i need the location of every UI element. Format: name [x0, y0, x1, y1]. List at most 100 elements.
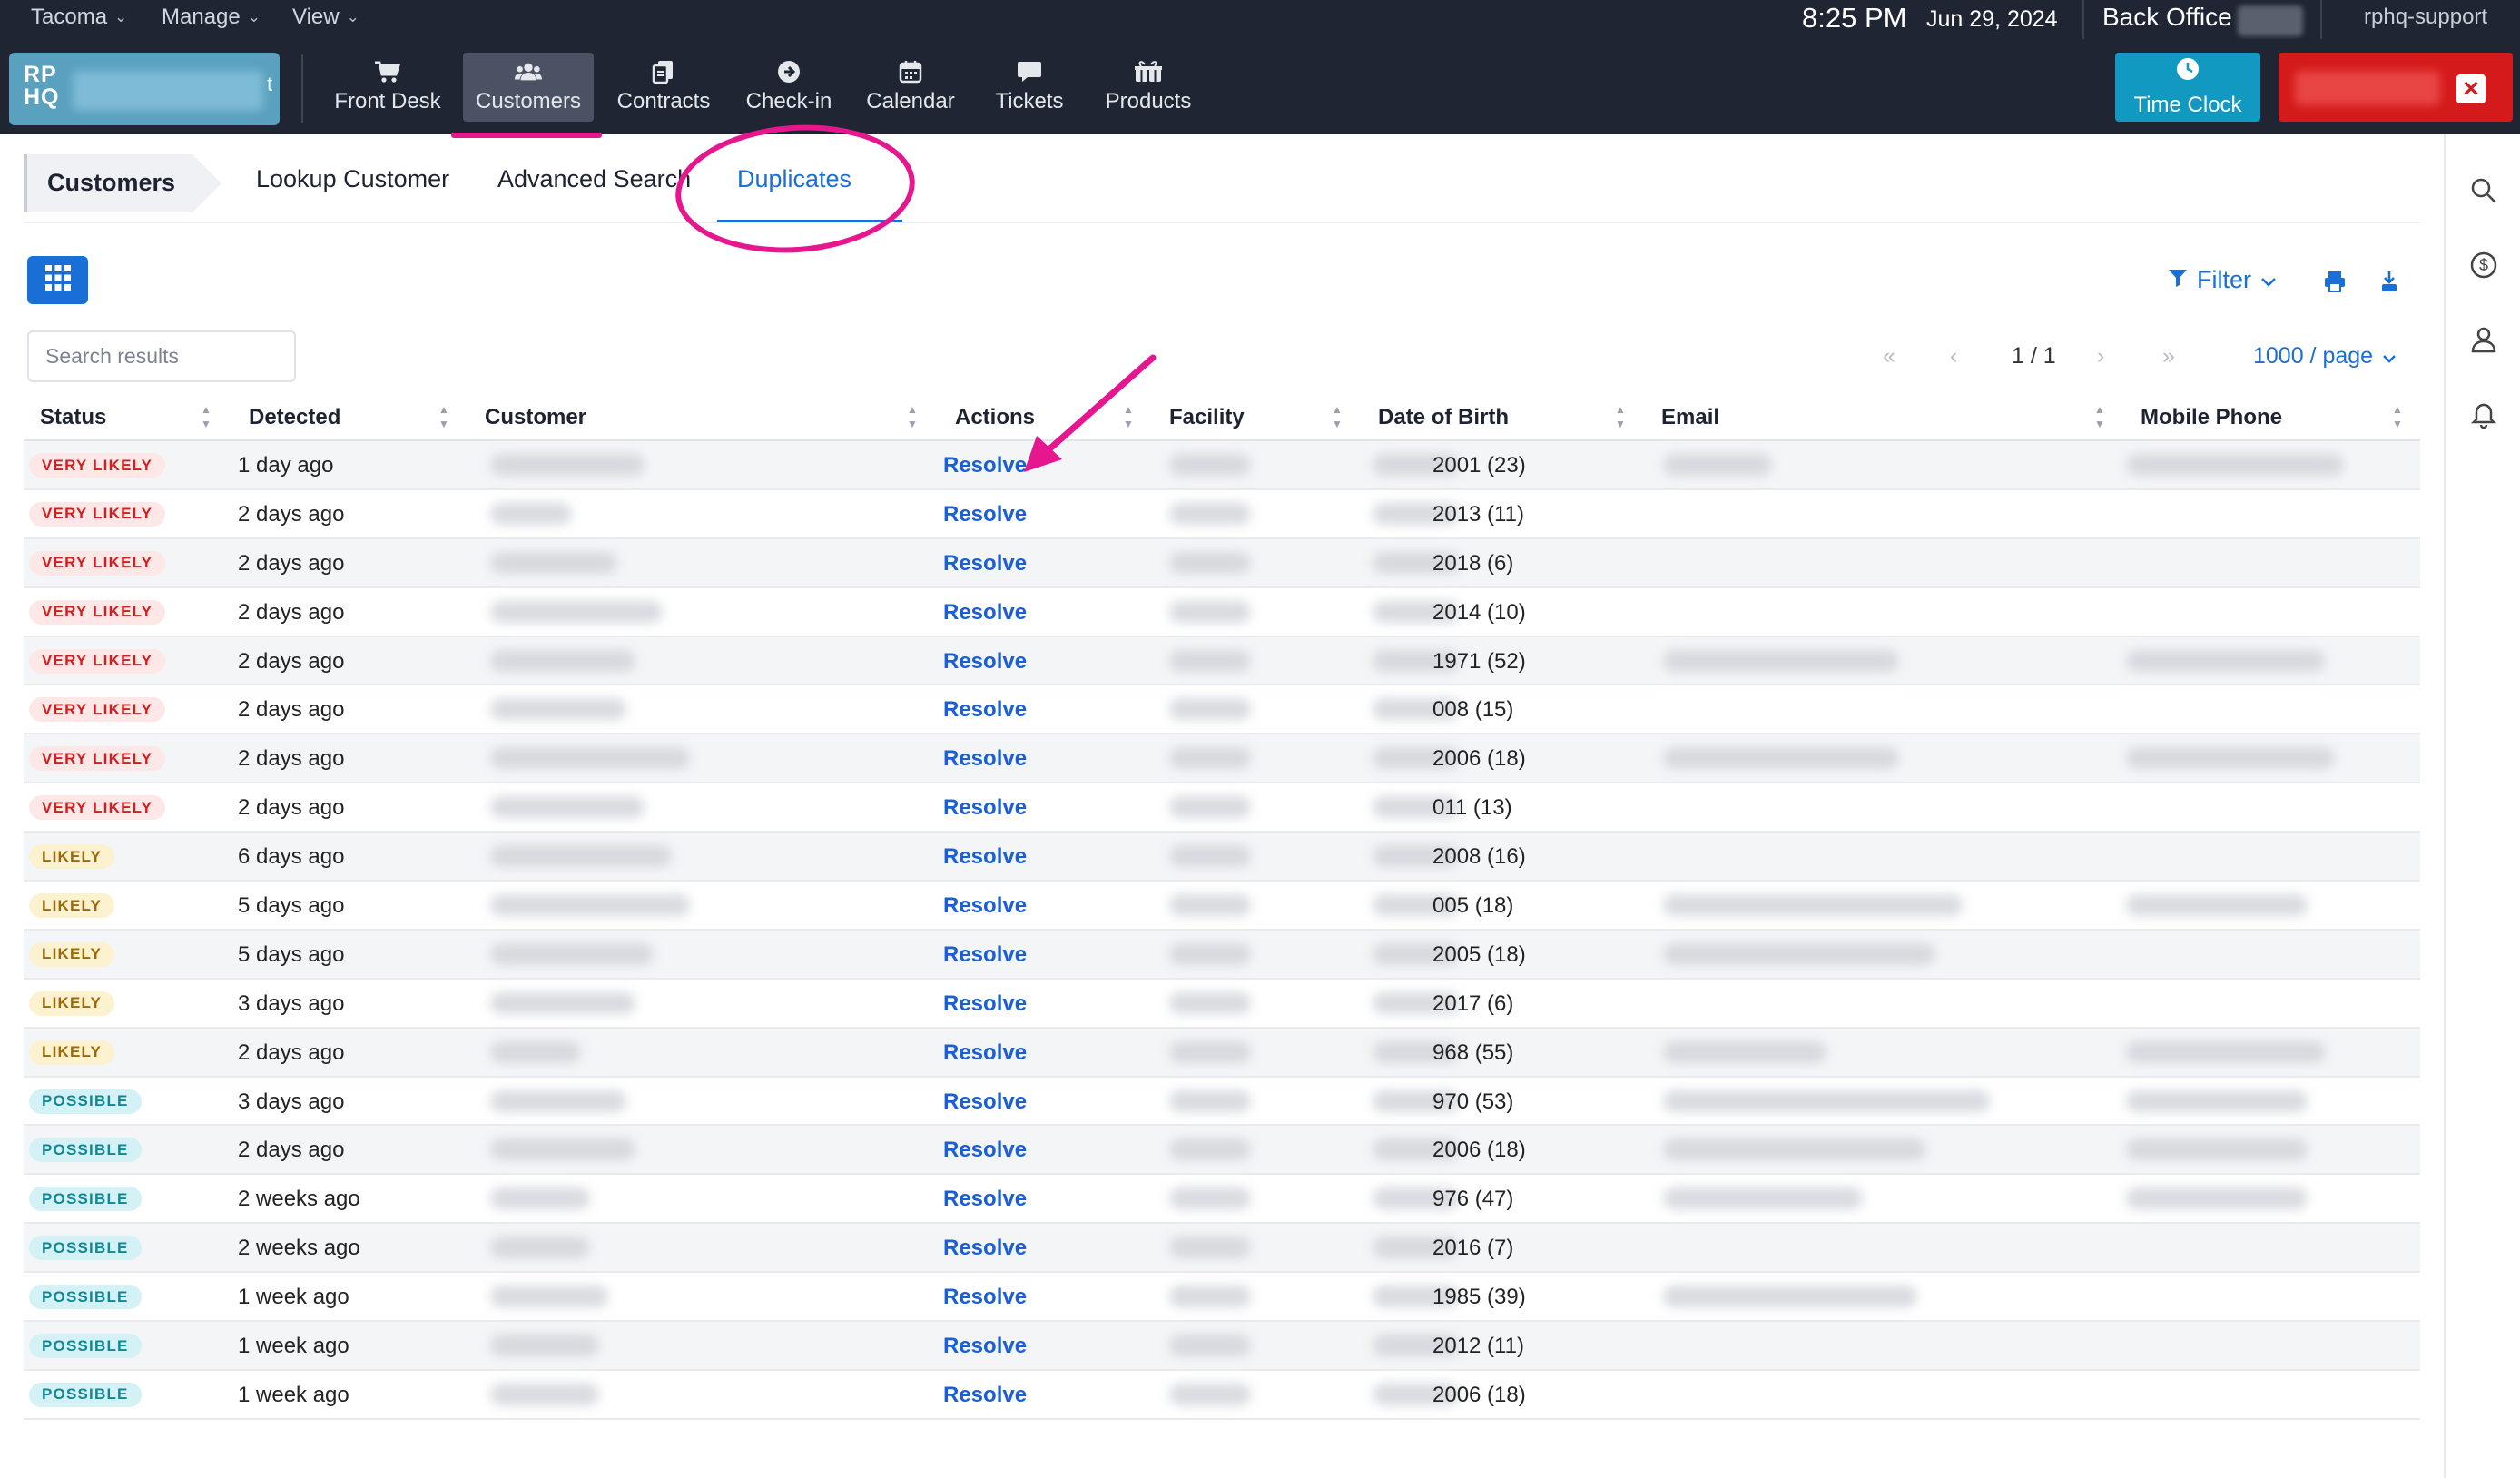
tab-lookup-customer[interactable]: Lookup Customer — [256, 165, 449, 193]
redacted-phone — [2126, 747, 2335, 770]
resolve-button[interactable]: Resolve — [943, 1334, 1027, 1359]
resolve-button[interactable]: Resolve — [943, 502, 1027, 527]
redacted-brand-name — [73, 71, 263, 111]
menu-location[interactable]: Tacoma ⌄ — [31, 5, 127, 30]
table-row: VERY LIKELY 2 days ago Resolve 2018 (6) — [24, 538, 2420, 588]
redacted-facility — [1169, 1383, 1251, 1405]
logo-tail: t — [267, 73, 273, 95]
redacted-facility — [1169, 1138, 1251, 1161]
close-icon[interactable]: ✕ — [2456, 74, 2486, 103]
page-size-select[interactable]: 1000 / page — [2253, 343, 2397, 370]
dob-cell: 1985 (39) — [1432, 1285, 1526, 1310]
chevron-down-icon: ⌄ — [247, 8, 261, 25]
sort-icon[interactable]: ▲ ▼ — [438, 403, 450, 430]
menu-view[interactable]: View ⌄ — [292, 5, 359, 30]
filter-dropdown[interactable]: Filter — [2168, 266, 2277, 294]
col-date-of-birth[interactable]: Date of Birth — [1378, 405, 1509, 430]
sort-icon[interactable]: ▲ ▼ — [906, 403, 919, 430]
detected-cell: 1 week ago — [238, 1382, 349, 1407]
tab-advanced-search[interactable]: Advanced Search — [497, 165, 691, 193]
redacted-customer-name — [490, 1089, 626, 1112]
office-name[interactable]: Back Office — [2102, 3, 2232, 32]
main-nav: RP HQ t Front Desk Customers Contracts C… — [0, 39, 2520, 134]
table-row: VERY LIKELY 2 days ago Resolve 008 (15) — [24, 685, 2420, 735]
chevron-down-icon: ⌄ — [114, 8, 128, 25]
status-badge: VERY LIKELY — [29, 697, 166, 723]
resolve-button[interactable]: Resolve — [943, 1285, 1027, 1310]
nav-customers-label: Customers — [475, 89, 582, 113]
col-customer[interactable]: Customer — [485, 405, 586, 430]
resolve-button[interactable]: Resolve — [943, 1089, 1027, 1115]
sort-icon[interactable]: ▲ ▼ — [200, 403, 212, 430]
active-alert-badge[interactable]: ✕ — [2279, 53, 2513, 122]
detected-cell: 2 days ago — [238, 1040, 345, 1065]
detected-cell: 1 day ago — [238, 453, 334, 478]
resolve-button[interactable]: Resolve — [943, 600, 1027, 626]
redacted-email — [1663, 1040, 1826, 1063]
chevron-down-icon — [2382, 343, 2397, 370]
resolve-button[interactable]: Resolve — [943, 746, 1027, 772]
time-clock-button[interactable]: Time Clock — [2115, 53, 2260, 122]
grid-view-button[interactable] — [27, 256, 88, 304]
nav-contracts-label: Contracts — [616, 89, 711, 113]
col-status[interactable]: Status — [40, 405, 106, 430]
nav-products[interactable]: Products — [1093, 53, 1204, 122]
sort-icon[interactable]: ▲ ▼ — [2391, 403, 2404, 430]
col-mobile-phone[interactable]: Mobile Phone — [2141, 405, 2282, 430]
redacted-customer-name — [490, 649, 635, 672]
col-detected[interactable]: Detected — [249, 405, 340, 430]
menu-manage[interactable]: Manage ⌄ — [162, 5, 261, 30]
resolve-button[interactable]: Resolve — [943, 1040, 1027, 1066]
resolve-button[interactable]: Resolve — [943, 795, 1027, 821]
col-facility[interactable]: Facility — [1169, 405, 1245, 430]
brand-logo[interactable]: RP HQ t — [9, 53, 280, 125]
resolve-button[interactable]: Resolve — [943, 942, 1027, 968]
next-page-button[interactable]: › — [2097, 343, 2104, 370]
print-icon[interactable] — [2322, 269, 2348, 294]
nav-tickets[interactable]: Tickets — [977, 53, 1082, 122]
menu-view-label: View — [292, 5, 340, 29]
dob-cell: 2001 (23) — [1432, 453, 1526, 478]
first-page-button[interactable]: « — [1883, 343, 1895, 370]
status-badge: VERY LIKELY — [29, 550, 166, 576]
dob-cell: 005 (18) — [1432, 893, 1514, 919]
resolve-button[interactable]: Resolve — [943, 453, 1027, 478]
redacted-customer-name — [490, 502, 572, 525]
nav-check-in[interactable]: Check-in — [733, 53, 844, 122]
logo-mark-line1: RP — [24, 62, 57, 87]
sort-icon[interactable]: ▲ ▼ — [2093, 403, 2106, 430]
user-icon[interactable] — [2467, 323, 2500, 356]
resolve-button[interactable]: Resolve — [943, 551, 1027, 576]
annotation-circle — [671, 116, 920, 261]
breadcrumb[interactable]: Customers — [24, 154, 221, 212]
export-icon[interactable] — [2377, 269, 2402, 294]
resolve-button[interactable]: Resolve — [943, 991, 1027, 1017]
nav-contracts[interactable]: Contracts — [603, 53, 724, 122]
prev-page-button[interactable]: ‹ — [1950, 343, 1957, 370]
dob-cell: 2012 (11) — [1432, 1334, 1524, 1359]
resolve-button[interactable]: Resolve — [943, 1383, 1027, 1408]
table-header: Status ▲ ▼ Detected ▲ ▼ Customer ▲ ▼ Action… — [24, 394, 2420, 441]
resolve-button[interactable]: Resolve — [943, 893, 1027, 919]
dollar-icon[interactable]: $ — [2467, 249, 2500, 281]
resolve-button[interactable]: Resolve — [943, 1138, 1027, 1163]
menu-bar: Tacoma ⌄ Manage ⌄ View ⌄ 8:25 PM Jun 29,… — [0, 0, 2520, 39]
table-row: LIKELY 6 days ago Resolve 2008 (16) — [24, 833, 2420, 882]
col-email[interactable]: Email — [1661, 405, 1719, 430]
search-results-input[interactable] — [27, 330, 296, 382]
resolve-button[interactable]: Resolve — [943, 697, 1027, 723]
bell-icon[interactable] — [2467, 398, 2500, 430]
sort-icon[interactable]: ▲ ▼ — [1331, 403, 1344, 430]
resolve-button[interactable]: Resolve — [943, 844, 1027, 870]
resolve-button[interactable]: Resolve — [943, 1236, 1027, 1261]
sort-icon[interactable]: ▲ ▼ — [1614, 403, 1627, 430]
table-row: POSSIBLE 2 weeks ago Resolve 976 (47) — [24, 1175, 2420, 1225]
last-page-button[interactable]: » — [2162, 343, 2175, 370]
resolve-button[interactable]: Resolve — [943, 649, 1027, 675]
user-menu[interactable]: rphq-support — [2364, 5, 2487, 30]
nav-calendar[interactable]: Calendar — [855, 53, 966, 122]
nav-customers[interactable]: Customers — [463, 53, 594, 122]
nav-front-desk[interactable]: Front Desk — [323, 53, 452, 122]
search-icon[interactable] — [2467, 174, 2500, 207]
resolve-button[interactable]: Resolve — [943, 1187, 1027, 1212]
